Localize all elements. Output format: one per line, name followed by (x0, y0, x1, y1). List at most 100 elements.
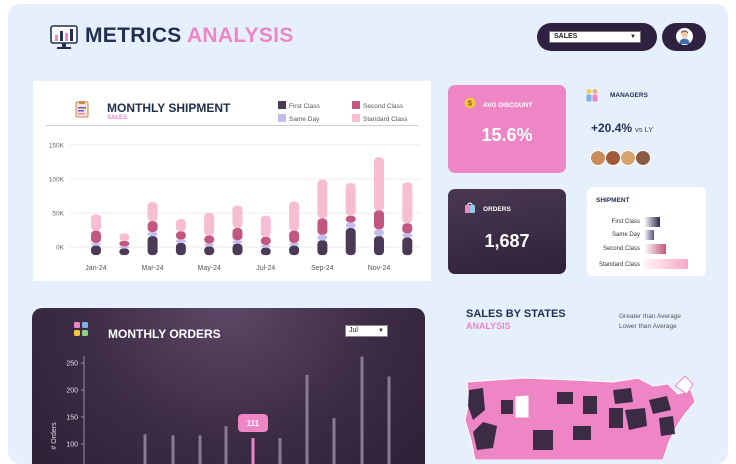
bar-segment[interactable] (148, 202, 158, 221)
legend-label: Standard Class (363, 116, 407, 123)
bar-segment[interactable] (402, 233, 412, 237)
bar-segment[interactable] (317, 240, 327, 255)
bar-stack[interactable] (91, 214, 101, 255)
bar-segment[interactable] (374, 236, 384, 255)
bar-segment[interactable] (317, 180, 327, 219)
bar-segment[interactable] (176, 243, 186, 255)
bar-segment[interactable] (91, 246, 101, 256)
bar-segment[interactable] (346, 223, 356, 228)
bar-segment[interactable] (176, 219, 186, 231)
chevron-down-icon: ▼ (630, 32, 636, 42)
bar-stack[interactable] (317, 180, 327, 255)
bar-segment[interactable] (91, 214, 101, 230)
y-tick-label: 150 (66, 415, 78, 422)
managers-change: +20.4%vs LY (591, 121, 653, 135)
us-states-map[interactable] (463, 370, 703, 460)
bar-segment[interactable] (176, 231, 186, 239)
bar-highlighted[interactable] (252, 438, 255, 464)
bar-segment[interactable] (204, 244, 214, 247)
legend-swatch (278, 101, 286, 109)
bar-segment[interactable] (261, 216, 271, 237)
bar-segment[interactable] (289, 243, 299, 246)
manager-avatar[interactable] (590, 150, 606, 166)
bar-stack[interactable] (374, 157, 384, 255)
bar-segment[interactable] (233, 228, 243, 240)
ship-mode-bar-first-class (644, 217, 660, 227)
bar-segment[interactable] (148, 232, 158, 236)
shopping-bag-icon (464, 201, 476, 213)
x-tick-label: Nov-24 (368, 265, 391, 272)
bar-segment[interactable] (402, 182, 412, 223)
x-tick-label: Sep-24 (311, 265, 334, 272)
bar-segment[interactable] (233, 244, 243, 256)
bar[interactable] (172, 435, 175, 464)
y-tick-label: 0K (56, 245, 65, 252)
x-tick-label: May-24 (198, 265, 221, 272)
bar-stack[interactable] (204, 213, 214, 255)
bar-segment[interactable] (289, 201, 299, 230)
bar[interactable] (333, 418, 336, 464)
manager-avatar[interactable] (620, 150, 636, 166)
bar-segment[interactable] (119, 248, 129, 255)
bar[interactable] (279, 438, 282, 464)
shipment-report-icon (73, 100, 91, 118)
bar-segment[interactable] (119, 246, 129, 248)
month-select[interactable]: Jul ▼ (345, 325, 388, 337)
orders-chart-title: MONTHLY ORDERS (108, 327, 221, 341)
shipment-mode-card: SHIPMENT First Class Same Day Second Cla… (587, 187, 706, 276)
monthly-orders-card: MONTHLY ORDERS Jul ▼ 250200150100# Order… (32, 308, 425, 464)
bar-segment[interactable] (374, 210, 384, 229)
bar-segment[interactable] (204, 235, 214, 243)
metric-selector-pill: SALES ▼ (537, 23, 657, 51)
bar-segment[interactable] (346, 228, 356, 255)
bar-segment[interactable] (402, 223, 412, 233)
bar-segment[interactable] (233, 206, 243, 228)
legend-item-first-class: First Class (278, 101, 320, 110)
bar-stack[interactable] (402, 182, 412, 255)
bar[interactable] (144, 434, 147, 464)
metric-select-value: SALES (554, 33, 577, 40)
bar-segment[interactable] (204, 213, 214, 235)
bar[interactable] (361, 357, 364, 464)
bar[interactable] (225, 426, 228, 464)
bar-segment[interactable] (374, 229, 384, 236)
bar[interactable] (388, 377, 391, 464)
bar-segment[interactable] (204, 246, 214, 255)
bar-segment[interactable] (176, 240, 186, 243)
shipment-chart-title: MONTHLY SHIPMENT (107, 101, 230, 115)
bar-segment[interactable] (148, 221, 158, 232)
bar-stack[interactable] (261, 216, 271, 255)
bar-segment[interactable] (317, 235, 327, 240)
bar-segment[interactable] (289, 246, 299, 256)
bar[interactable] (306, 375, 309, 464)
bar-segment[interactable] (261, 245, 271, 248)
bar-segment[interactable] (91, 231, 101, 243)
bar-stack[interactable] (289, 201, 299, 255)
bar-segment[interactable] (148, 236, 158, 255)
legend-label: Second Class (363, 103, 403, 110)
bar-segment[interactable] (119, 233, 129, 240)
manager-avatar[interactable] (605, 150, 621, 166)
bar-segment[interactable] (261, 237, 271, 245)
dashboard-canvas: METRICS ANALYSIS SALES ▼ MONTHLY SHIPMEN… (8, 4, 728, 464)
bar-stack[interactable] (346, 183, 356, 255)
bar-stack[interactable] (176, 219, 186, 255)
bar-segment[interactable] (402, 237, 412, 255)
bar[interactable] (199, 435, 202, 464)
bar-segment[interactable] (261, 248, 271, 255)
bar-segment[interactable] (317, 218, 327, 234)
monthly-orders-chart: 250200150100# Orders111 (32, 348, 425, 464)
manager-avatar[interactable] (635, 150, 651, 166)
bar-stack[interactable] (233, 206, 243, 256)
user-button[interactable] (662, 23, 706, 51)
bar-segment[interactable] (374, 157, 384, 210)
bar-segment[interactable] (91, 243, 101, 246)
bar-segment[interactable] (233, 240, 243, 243)
bar-stack[interactable] (119, 233, 129, 255)
bar-stack[interactable] (148, 202, 158, 255)
bar-segment[interactable] (289, 231, 299, 243)
bar-segment[interactable] (346, 183, 356, 216)
bar-segment[interactable] (346, 216, 356, 223)
bar-segment[interactable] (119, 241, 129, 246)
metric-select[interactable]: SALES ▼ (549, 31, 641, 43)
